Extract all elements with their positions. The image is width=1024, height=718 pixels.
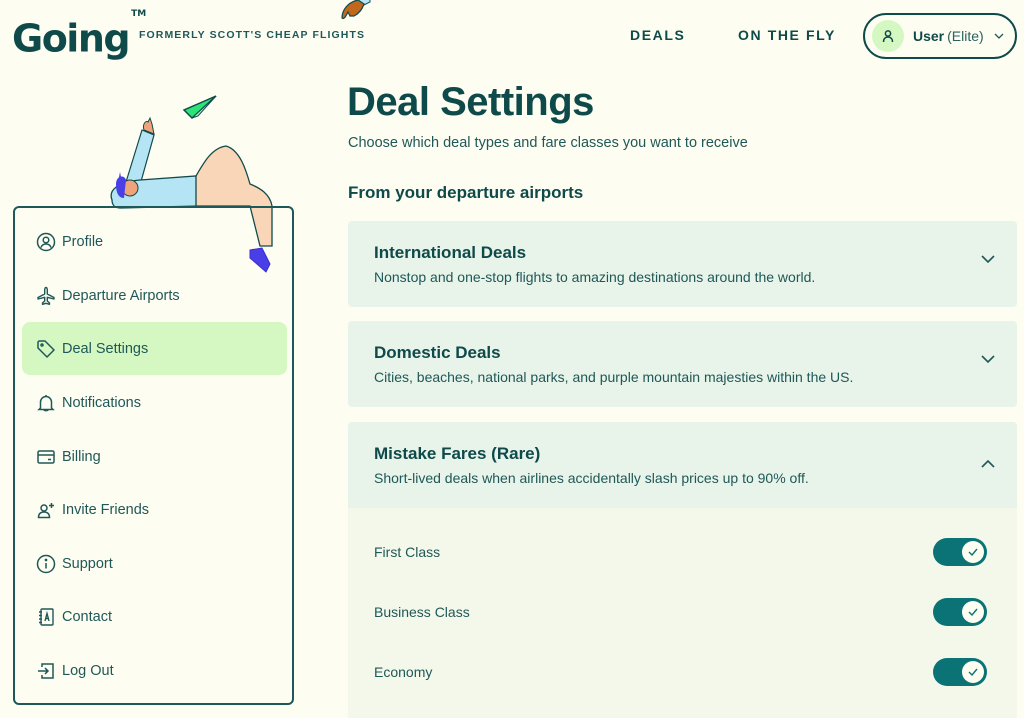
settings-sidebar: Profile Departure Airports Deal Settings… [13,206,294,705]
economy-toggle[interactable] [933,658,987,686]
check-icon [968,548,978,556]
page-title: Deal Settings [347,80,594,124]
sidebar-item-label: Deal Settings [62,340,149,357]
pointing-hand-illustration [341,0,371,20]
business-class-toggle[interactable] [933,598,987,626]
toggle-knob [962,661,984,683]
user-icon [882,30,894,43]
sidebar-item-label: Invite Friends [62,501,150,518]
page-subtitle: Choose which deal types and fare classes… [348,135,748,151]
fare-row-economy: Economy [348,652,1017,692]
accordion-header[interactable]: Mistake Fares (Rare) Short-lived deals w… [348,422,1017,508]
trademark: TM [131,9,147,19]
airplane-icon [36,286,56,306]
sidebar-item-billing[interactable]: Billing [22,430,287,483]
sidebar-item-support[interactable]: Support [22,537,287,590]
avatar [872,20,904,52]
nav-on-the-fly[interactable]: ON THE FLY [738,27,836,43]
section-title: From your departure airports [348,183,584,202]
sidebar-item-invite-friends[interactable]: Invite Friends [22,483,287,536]
user-circle-icon [36,232,56,252]
credit-card-icon [36,447,56,467]
fare-row-business-class: Business Class [348,592,1017,632]
user-plus-icon [36,500,56,520]
accordion-title: International Deals [374,243,527,262]
accordion-title: Mistake Fares (Rare) [374,444,541,463]
user-name: User [913,28,945,44]
chevron-up-icon[interactable] [981,460,995,468]
accordion-international-deals[interactable]: International Deals Nonstop and one-stop… [348,221,1017,307]
user-label: User (Elite) [913,28,984,44]
going-logo[interactable]: GoingTM [12,9,146,61]
sidebar-item-label: Support [62,555,113,572]
fare-label: First Class [374,544,441,560]
user-menu-button[interactable]: User (Elite) [863,13,1017,59]
bell-icon [36,393,56,413]
sidebar-item-label: Contact [62,608,112,625]
accordion-title: Domestic Deals [374,343,501,362]
toggle-knob [962,541,984,563]
chevron-down-icon[interactable] [981,355,995,363]
user-tier: (Elite) [947,28,984,44]
fare-label: Business Class [374,604,470,620]
tagline: FORMERLY SCOTT'S CHEAP FLIGHTS [139,29,366,41]
sidebar-item-log-out[interactable]: Log Out [22,644,287,697]
sidebar-item-departure-airports[interactable]: Departure Airports [22,269,287,322]
sidebar-item-profile[interactable]: Profile [22,215,287,268]
chevron-down-icon [994,33,1004,39]
nav-deals[interactable]: DEALS [630,27,685,43]
address-book-icon [36,607,56,627]
fare-row-first-class: First Class [348,532,1017,572]
header: GoingTM FORMERLY SCOTT'S CHEAP FLIGHTS D… [0,0,1024,70]
accordion-description: Nonstop and one-stop flights to amazing … [374,269,816,285]
check-icon [968,608,978,616]
log-out-icon [36,661,56,681]
sidebar-item-notifications[interactable]: Notifications [22,376,287,429]
accordion-description: Short-lived deals when airlines accident… [374,470,809,486]
accordion-mistake-fares: Mistake Fares (Rare) Short-lived deals w… [348,422,1017,718]
fare-label: Economy [374,664,433,680]
logo-text: Going [12,16,131,61]
toggle-knob [962,601,984,623]
sidebar-item-contact[interactable]: Contact [22,590,287,643]
check-icon [968,668,978,676]
info-icon [36,554,56,574]
sidebar-item-label: Profile [62,233,104,250]
first-class-toggle[interactable] [933,538,987,566]
tag-icon [36,339,56,359]
sidebar-item-label: Billing [62,448,101,465]
sidebar-item-label: Departure Airports [62,287,180,304]
sidebar-item-label: Notifications [62,394,141,411]
sidebar-item-label: Log Out [62,662,114,679]
accordion-description: Cities, beaches, national parks, and pur… [374,369,854,385]
sidebar-item-deal-settings[interactable]: Deal Settings [22,322,287,375]
chevron-down-icon[interactable] [981,255,995,263]
accordion-domestic-deals[interactable]: Domestic Deals Cities, beaches, national… [348,321,1017,407]
